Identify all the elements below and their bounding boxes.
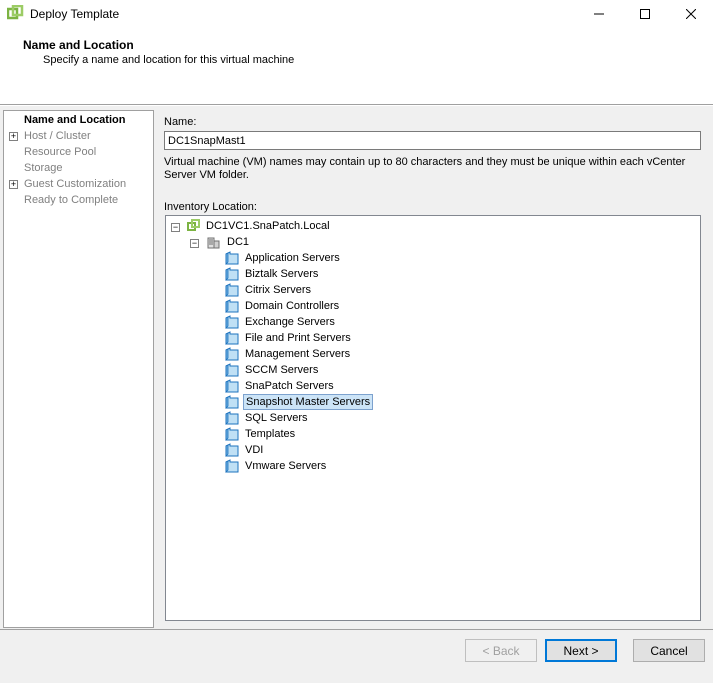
- minimize-button[interactable]: [576, 0, 622, 28]
- folder-icon: [225, 443, 239, 457]
- datacenter-icon: [207, 237, 220, 249]
- inventory-tree[interactable]: − DC1VC1.SnaPatch.Local − DC1 Applicatio…: [165, 215, 701, 621]
- close-button[interactable]: [668, 0, 713, 28]
- cancel-button[interactable]: Cancel: [633, 639, 705, 662]
- vsphere-logo-icon: [7, 5, 24, 20]
- folder-icon: [225, 379, 239, 393]
- tree-node-dc1[interactable]: DC1: [225, 235, 251, 249]
- next-button[interactable]: Next >: [545, 639, 617, 662]
- collapse-vcenter-icon[interactable]: −: [171, 223, 180, 232]
- tree-node-folder[interactable]: Exchange Servers: [243, 315, 337, 329]
- header-divider-highlight: [0, 105, 713, 106]
- folder-icon: [225, 251, 239, 265]
- tree-node-folder[interactable]: Management Servers: [243, 347, 352, 361]
- folder-icon: [225, 283, 239, 297]
- maximize-button[interactable]: [622, 0, 668, 28]
- tree-node-folder[interactable]: SQL Servers: [243, 411, 310, 425]
- tree-node-folder[interactable]: Templates: [243, 427, 297, 441]
- folder-icon: [225, 347, 239, 361]
- tree-node-folder[interactable]: Biztalk Servers: [243, 267, 320, 281]
- tree-node-folder[interactable]: SCCM Servers: [243, 363, 320, 377]
- folder-icon: [225, 299, 239, 313]
- title-bar: Deploy Template: [0, 0, 713, 28]
- folder-icon: [225, 427, 239, 441]
- folder-icon: [225, 267, 239, 281]
- step-ready-to-complete[interactable]: Ready to Complete: [24, 194, 118, 206]
- back-button[interactable]: < Back: [465, 639, 537, 662]
- maximize-icon: [640, 9, 650, 19]
- folder-icon: [225, 459, 239, 473]
- vm-name-input[interactable]: [164, 131, 701, 150]
- footer-divider: [0, 629, 713, 630]
- folder-icon: [225, 363, 239, 377]
- tree-node-vcenter[interactable]: DC1VC1.SnaPatch.Local: [204, 219, 332, 233]
- tree-node-folder[interactable]: Application Servers: [243, 251, 342, 265]
- minimize-icon: [594, 13, 604, 15]
- tree-node-folder[interactable]: Citrix Servers: [243, 283, 313, 297]
- tree-node-folder[interactable]: Vmware Servers: [243, 459, 328, 473]
- folder-icon: [225, 315, 239, 329]
- tree-node-folder[interactable]: Domain Controllers: [243, 299, 341, 313]
- folder-icon: [225, 411, 239, 425]
- tree-node-folder[interactable]: Snapshot Master Servers: [243, 394, 374, 410]
- step-host-cluster[interactable]: Host / Cluster: [24, 130, 91, 142]
- tree-node-folder[interactable]: SnaPatch Servers: [243, 379, 336, 393]
- tree-node-folder[interactable]: File and Print Servers: [243, 331, 353, 345]
- step-name-and-location: Name and Location: [24, 114, 126, 126]
- wizard-steps: Name and Location + Host / Cluster Resou…: [3, 110, 154, 628]
- expand-host-cluster-icon[interactable]: +: [9, 132, 18, 141]
- header-subtitle: Specify a name and location for this vir…: [43, 54, 295, 66]
- close-icon: [686, 9, 696, 19]
- step-storage[interactable]: Storage: [24, 162, 63, 174]
- collapse-datacenter-icon[interactable]: −: [190, 239, 199, 248]
- window-title: Deploy Template: [30, 7, 120, 21]
- step-resource-pool[interactable]: Resource Pool: [24, 146, 96, 158]
- name-label: Name:: [164, 116, 197, 128]
- folder-icon: [225, 331, 239, 345]
- expand-guest-customization-icon[interactable]: +: [9, 180, 18, 189]
- vcenter-icon: [187, 219, 200, 231]
- folder-icon: [225, 395, 239, 409]
- tree-node-folder[interactable]: VDI: [243, 443, 265, 457]
- wizard-header: Name and Location Specify a name and loc…: [0, 28, 713, 104]
- name-hint: Virtual machine (VM) names may contain u…: [164, 156, 686, 181]
- inventory-location-label: Inventory Location:: [164, 201, 257, 213]
- step-guest-customization[interactable]: Guest Customization: [24, 178, 126, 190]
- header-title: Name and Location: [23, 38, 134, 52]
